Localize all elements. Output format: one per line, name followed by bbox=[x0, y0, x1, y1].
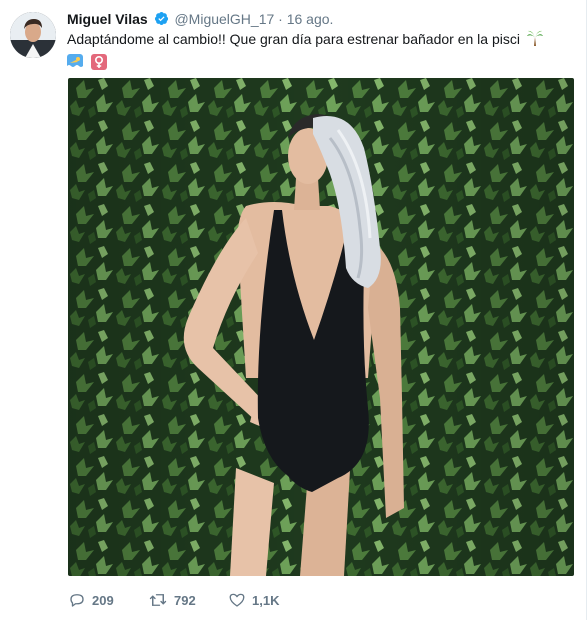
palm-tree-icon bbox=[526, 29, 544, 52]
reply-count: 209 bbox=[92, 592, 114, 608]
female-sign-icon bbox=[90, 54, 107, 70]
verified-badge-icon bbox=[154, 11, 169, 30]
author-handle[interactable]: @MiguelGH_17 bbox=[174, 11, 274, 27]
retweet-button[interactable]: 792 bbox=[148, 590, 196, 610]
tweet-text-body: Adaptándome al cambio!! Que gran día par… bbox=[67, 31, 520, 47]
avatar[interactable] bbox=[10, 12, 56, 58]
tweet-card: Miguel Vilas @MiguelGH_17 · 16 ago. Adap… bbox=[0, 0, 587, 620]
swimmer-icon bbox=[67, 54, 83, 70]
heart-icon bbox=[229, 593, 245, 607]
tweet-photo[interactable] bbox=[68, 78, 574, 576]
tweet-date[interactable]: 16 ago. bbox=[287, 11, 334, 27]
header-separator: · bbox=[278, 11, 283, 27]
tweet-header: Miguel Vilas @MiguelGH_17 · 16 ago. bbox=[67, 10, 574, 28]
author-name[interactable]: Miguel Vilas bbox=[67, 11, 148, 27]
retweet-icon bbox=[149, 594, 167, 606]
photo-illustration bbox=[68, 78, 574, 576]
reply-button[interactable]: 209 bbox=[68, 590, 114, 610]
retweet-count: 792 bbox=[174, 592, 196, 608]
avatar-image bbox=[10, 12, 56, 58]
like-count: 1,1K bbox=[252, 592, 280, 608]
tweet-text: Adaptándome al cambio!! Que gran día par… bbox=[67, 29, 566, 72]
like-button[interactable]: 1,1K bbox=[228, 590, 279, 610]
reply-icon bbox=[70, 594, 84, 607]
